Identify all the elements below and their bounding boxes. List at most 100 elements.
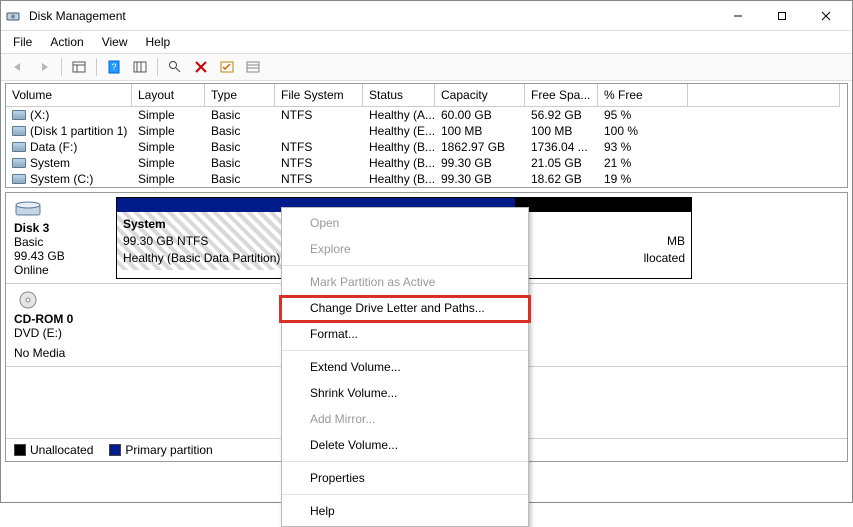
vol-name: (X:) — [30, 108, 49, 122]
list-icon[interactable] — [242, 56, 264, 78]
vol-layout: Simple — [132, 155, 205, 171]
col-pct[interactable]: % Free — [598, 84, 688, 107]
app-icon — [5, 8, 21, 24]
ctx-change-letter[interactable]: Change Drive Letter and Paths... — [282, 295, 528, 321]
vol-capacity: 1862.97 GB — [435, 139, 525, 155]
window-title: Disk Management — [29, 9, 716, 23]
vol-status: Healthy (B... — [363, 171, 435, 187]
disk3-label: Disk 3 Basic 99.43 GB Online — [6, 193, 110, 283]
table-row[interactable]: System (C:)SimpleBasicNTFSHealthy (B...9… — [6, 171, 847, 187]
unalloc-l1: MB — [667, 234, 685, 248]
ctx-explore[interactable]: Explore — [282, 236, 528, 262]
back-button[interactable] — [7, 56, 29, 78]
disk-icon — [14, 199, 42, 219]
vol-type: Basic — [205, 155, 275, 171]
vol-pct: 19 % — [598, 171, 688, 187]
vol-layout: Simple — [132, 107, 205, 123]
ctx-mirror[interactable]: Add Mirror... — [282, 406, 528, 432]
menu-help[interactable]: Help — [138, 33, 179, 51]
vol-capacity: 99.30 GB — [435, 155, 525, 171]
menu-view[interactable]: View — [94, 33, 136, 51]
col-layout[interactable]: Layout — [132, 84, 205, 107]
col-status[interactable]: Status — [363, 84, 435, 107]
ctx-shrink[interactable]: Shrink Volume... — [282, 380, 528, 406]
ctx-format[interactable]: Format... — [282, 321, 528, 347]
vol-pct: 100 % — [598, 123, 688, 139]
cdrom-name: CD-ROM 0 — [14, 312, 102, 326]
menu-action[interactable]: Action — [42, 33, 91, 51]
check-icon[interactable] — [216, 56, 238, 78]
delete-icon[interactable] — [190, 56, 212, 78]
vol-free: 100 MB — [525, 123, 598, 139]
disk3-type: Basic — [14, 235, 102, 249]
vol-fs: NTFS — [275, 155, 363, 171]
cdrom-sub: DVD (E:) — [14, 326, 102, 340]
volume-icon — [12, 126, 26, 136]
table-row[interactable]: (X:)SimpleBasicNTFSHealthy (A...60.00 GB… — [6, 107, 847, 123]
volume-icon — [12, 174, 26, 184]
volume-table: Volume Layout Type File System Status Ca… — [5, 83, 848, 188]
maximize-button[interactable] — [760, 2, 804, 30]
scan-button[interactable] — [164, 56, 186, 78]
toolbar: ? — [1, 53, 852, 81]
legend-unallocated: Unallocated — [14, 443, 93, 457]
table-row[interactable]: System SimpleBasicNTFSHealthy (B...99.30 … — [6, 155, 847, 171]
ctx-open[interactable]: Open — [282, 210, 528, 236]
ctx-extend[interactable]: Extend Volume... — [282, 354, 528, 380]
ctx-help[interactable]: Help — [282, 498, 528, 524]
disk3-size: 99.43 GB — [14, 249, 102, 263]
close-button[interactable] — [804, 2, 848, 30]
vol-fs — [275, 123, 363, 139]
ctx-delete[interactable]: Delete Volume... — [282, 432, 528, 458]
vol-name: System — [30, 156, 70, 170]
cdrom-icon — [14, 290, 42, 310]
volume-icon — [12, 158, 26, 168]
vol-pct: 21 % — [598, 155, 688, 171]
vol-free: 1736.04 ... — [525, 139, 598, 155]
vol-name: (Disk 1 partition 1) — [30, 124, 127, 138]
cdrom-label: CD-ROM 0 DVD (E:) No Media — [6, 284, 110, 366]
vol-type: Basic — [205, 123, 275, 139]
partition-unallocated[interactable]: MB llocated — [516, 197, 692, 279]
svg-text:?: ? — [111, 62, 116, 72]
table-row[interactable]: (Disk 1 partition 1)SimpleBasicHealthy (… — [6, 123, 847, 139]
part-status: Healthy (Basic Data Partition) — [123, 251, 280, 265]
col-volume[interactable]: Volume — [6, 84, 132, 107]
table-row[interactable]: Data (F:)SimpleBasicNTFSHealthy (B...186… — [6, 139, 847, 155]
view-button[interactable] — [68, 56, 90, 78]
vol-capacity: 99.30 GB — [435, 171, 525, 187]
ctx-properties[interactable]: Properties — [282, 465, 528, 491]
minimize-button[interactable] — [716, 2, 760, 30]
vol-fs: NTFS — [275, 139, 363, 155]
col-capacity[interactable]: Capacity — [435, 84, 525, 107]
vol-pct: 93 % — [598, 139, 688, 155]
vol-name: System (C:) — [30, 172, 93, 186]
vol-status: Healthy (A... — [363, 107, 435, 123]
forward-button[interactable] — [33, 56, 55, 78]
disk3-name: Disk 3 — [14, 221, 102, 235]
vol-free: 21.05 GB — [525, 155, 598, 171]
volume-icon — [12, 110, 26, 120]
vol-free: 18.62 GB — [525, 171, 598, 187]
disk3-status: Online — [14, 263, 102, 277]
settings-button[interactable] — [129, 56, 151, 78]
vol-status: Healthy (B... — [363, 139, 435, 155]
col-blank[interactable] — [688, 84, 840, 107]
volume-icon — [12, 142, 26, 152]
vol-type: Basic — [205, 107, 275, 123]
col-fs[interactable]: File System — [275, 84, 363, 107]
cdrom-status: No Media — [14, 346, 102, 360]
help-button[interactable]: ? — [103, 56, 125, 78]
part-size: 99.30 GB NTFS — [123, 234, 208, 248]
vol-fs: NTFS — [275, 171, 363, 187]
unalloc-l2: llocated — [644, 251, 685, 265]
context-menu: Open Explore Mark Partition as Active Ch… — [281, 207, 529, 527]
vol-layout: Simple — [132, 139, 205, 155]
titlebar: Disk Management — [1, 1, 852, 31]
vol-status: Healthy (B... — [363, 155, 435, 171]
ctx-mark-active[interactable]: Mark Partition as Active — [282, 269, 528, 295]
menu-file[interactable]: File — [5, 33, 40, 51]
table-header[interactable]: Volume Layout Type File System Status Ca… — [6, 84, 847, 107]
col-type[interactable]: Type — [205, 84, 275, 107]
col-free[interactable]: Free Spa... — [525, 84, 598, 107]
